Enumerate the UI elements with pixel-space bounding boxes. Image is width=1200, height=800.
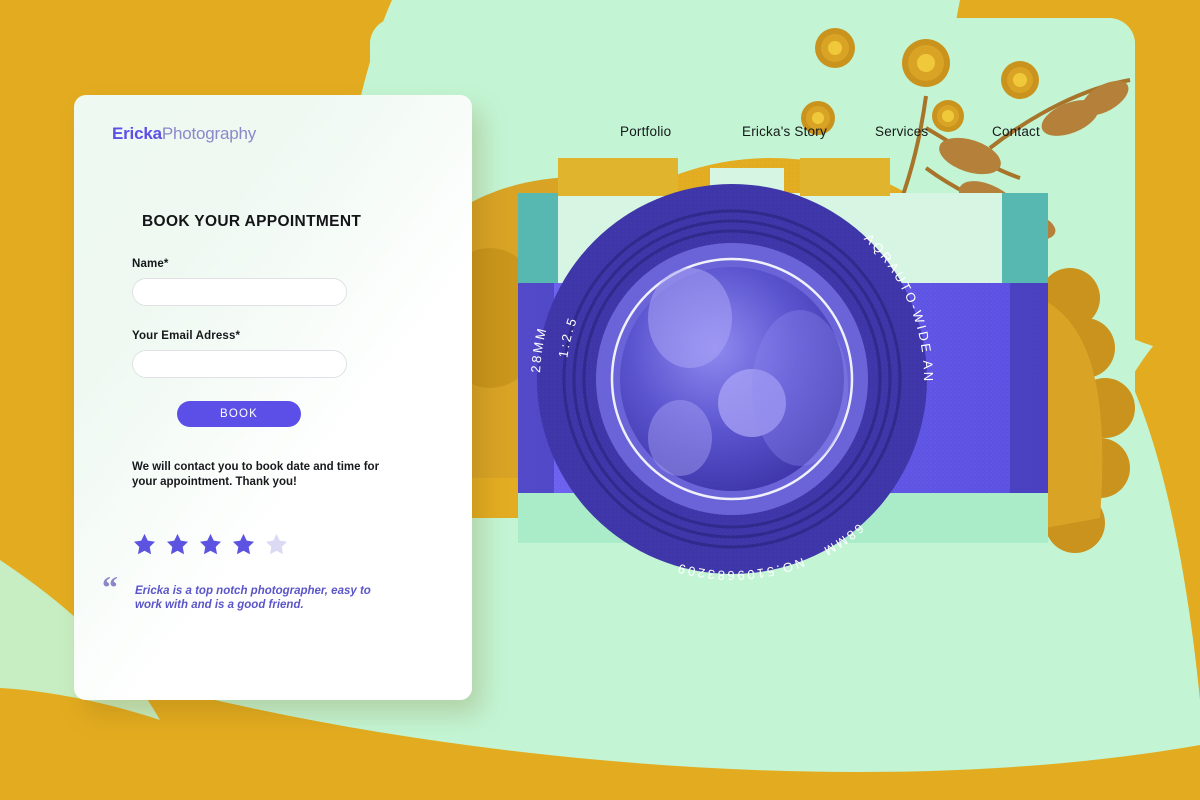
nav-item-portfolio[interactable]: Portfolio (620, 124, 742, 139)
brand-name-strong: Ericka (112, 124, 162, 143)
main-navigation: Portfolio Ericka's Story Services Contac… (620, 124, 1040, 139)
brand-logo[interactable]: ErickaPhotography (112, 124, 256, 144)
star-icon-3[interactable] (198, 532, 223, 557)
testimonial-text: Ericka is a top notch photographer, easy… (135, 585, 371, 611)
page-title: BOOK YOUR APPOINTMENT (142, 213, 362, 230)
form-field-name: Name* (132, 258, 347, 306)
booking-note: We will contact you to book date and tim… (132, 461, 380, 488)
nav-item-contact[interactable]: Contact (992, 124, 1040, 139)
rating-stars[interactable] (132, 532, 289, 557)
nav-item-erickas-story[interactable]: Ericka's Story (742, 124, 875, 139)
book-button[interactable]: BOOK (177, 401, 301, 427)
brand-name-light: Photography (161, 124, 257, 143)
booking-card: ErickaPhotography BOOK YOUR APPOINTMENT … (74, 95, 472, 700)
hero-panel: AQR AUTO-WIDE ANGLE 1:2.5 28MM 68MM (370, 18, 1135, 700)
email-label: Your Email Adress* (132, 330, 241, 342)
name-input[interactable] (132, 278, 347, 306)
form-field-email: Your Email Adress* (132, 330, 347, 378)
star-icon-2[interactable] (165, 532, 190, 557)
name-label: Name* (132, 258, 169, 270)
quote-mark-icon: “ (102, 569, 118, 605)
star-icon-1[interactable] (132, 532, 157, 557)
nav-item-services[interactable]: Services (875, 124, 992, 139)
camera-illustration: AQR AUTO-WIDE ANGLE 1:2.5 28MM 68MM (370, 18, 1135, 700)
star-icon-4[interactable] (231, 532, 256, 557)
email-input[interactable] (132, 350, 347, 378)
star-icon-5-empty[interactable] (264, 532, 289, 557)
